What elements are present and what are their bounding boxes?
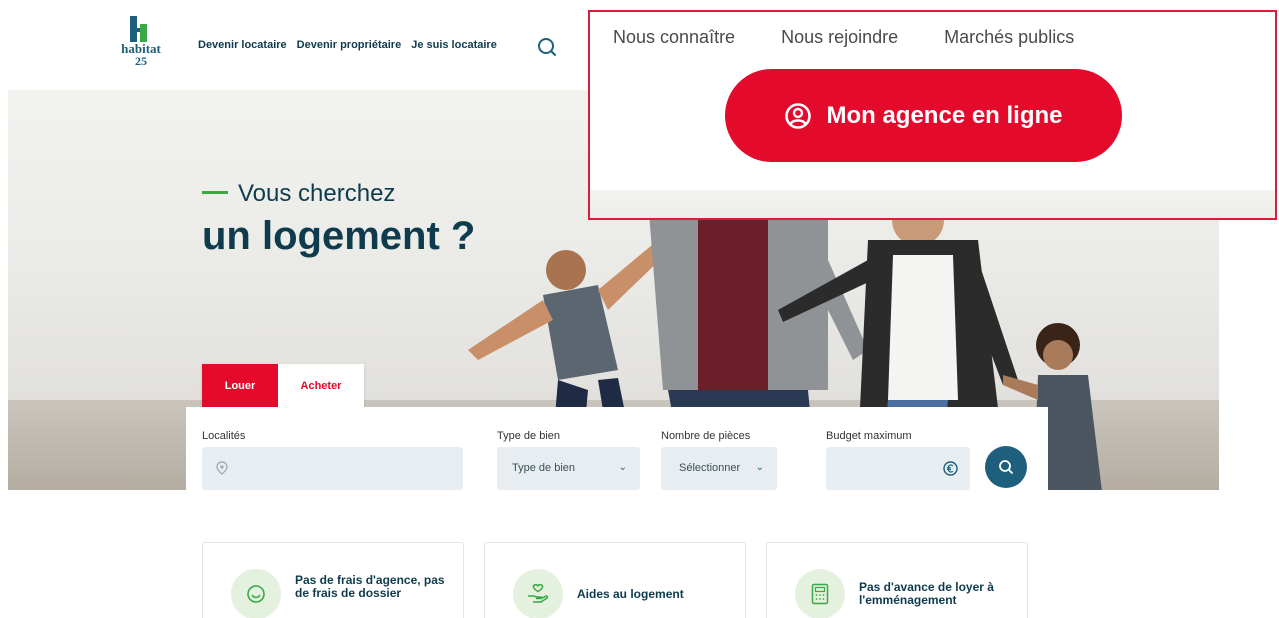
localites-label: Localités xyxy=(202,430,246,442)
nav-marches-publics[interactable]: Marchés publics xyxy=(944,27,1074,48)
location-pin-icon xyxy=(216,461,228,475)
chevron-down-icon: ⌄ xyxy=(618,462,627,473)
zoomed-header-callout: Nous connaître Nous rejoindre Marchés pu… xyxy=(588,10,1277,220)
nav-je-suis-locataire[interactable]: Je suis locataire xyxy=(411,39,497,51)
nav-nous-rejoindre[interactable]: Nous rejoindre xyxy=(781,27,898,48)
budget-label: Budget maximum xyxy=(826,430,912,442)
feature-card-aides: Aides au logement xyxy=(484,542,746,618)
pieces-select-value: Sélectionner xyxy=(679,462,741,474)
feature-card-frais: Pas de frais d'agence, pas de frais de d… xyxy=(202,542,464,618)
nav-devenir-locataire[interactable]: Devenir locataire xyxy=(198,39,287,51)
feature-icon-bg xyxy=(795,569,845,618)
localites-input[interactable] xyxy=(202,447,463,490)
logo-wordmark: habitat 25 xyxy=(112,42,170,68)
green-dash xyxy=(202,191,228,195)
type-select[interactable]: Type de bien ⌄ xyxy=(497,447,640,490)
type-label: Type de bien xyxy=(497,430,560,442)
chevron-down-icon: ⌄ xyxy=(755,462,764,473)
pieces-select[interactable]: Sélectionner ⌄ xyxy=(661,447,777,490)
search-icon[interactable] xyxy=(537,37,557,57)
feature-icon-bg xyxy=(513,569,563,618)
habitat25-logo[interactable]: habitat 25 xyxy=(112,14,170,76)
agence-button-label: Mon agence en ligne xyxy=(826,101,1063,129)
zoom-hero-strip xyxy=(590,190,1275,218)
tab-louer[interactable]: Louer xyxy=(202,364,278,413)
feature-icon-bg xyxy=(231,569,281,618)
feature-text: Pas de frais d'agence, pas de frais de d… xyxy=(295,573,445,600)
search-icon xyxy=(999,460,1013,474)
type-select-value: Type de bien xyxy=(512,462,575,474)
euro-icon xyxy=(943,461,958,476)
hero-subtitle: Vous cherchez xyxy=(202,180,395,208)
feature-card-loyer: Pas d'avance de loyer à l'emménagement xyxy=(766,542,1028,618)
nav-devenir-proprietaire[interactable]: Devenir propriétaire xyxy=(297,39,402,51)
smile-icon xyxy=(247,585,265,603)
search-mode-tabs: Louer Acheter xyxy=(202,364,364,413)
logo-number: 25 xyxy=(135,54,147,68)
nav-nous-connaitre[interactable]: Nous connaître xyxy=(613,27,735,48)
search-form: Localités Type de bien Type de bien ⌄ No… xyxy=(186,407,1048,490)
feature-text: Aides au logement xyxy=(577,587,684,601)
tab-acheter[interactable]: Acheter xyxy=(278,364,364,407)
main-nav: Devenir locataire Devenir propriétaire J… xyxy=(198,39,497,51)
search-submit-button[interactable] xyxy=(985,446,1027,488)
secondary-nav: Nous connaître Nous rejoindre Marchés pu… xyxy=(613,27,1074,48)
user-circle-icon xyxy=(785,102,812,129)
logo-mark-icon xyxy=(130,16,147,42)
hero-subtitle-text: Vous cherchez xyxy=(238,180,396,207)
feature-text: Pas d'avance de loyer à l'emménagement xyxy=(859,580,994,607)
calculator-icon xyxy=(811,583,829,605)
budget-input[interactable] xyxy=(826,447,970,490)
hand-heart-icon xyxy=(528,583,549,603)
mon-agence-en-ligne-button[interactable]: Mon agence en ligne xyxy=(725,69,1122,162)
hero-title: un logement ? xyxy=(202,214,476,258)
pieces-label: Nombre de pièces xyxy=(661,430,751,442)
